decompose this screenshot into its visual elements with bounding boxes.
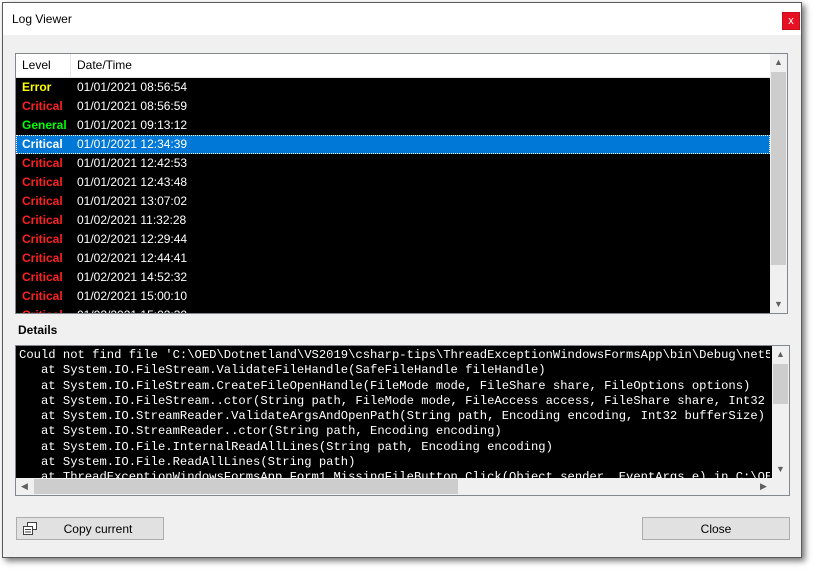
log-row-datetime: 01/01/2021 12:42:53: [77, 156, 188, 170]
log-row-datetime: 01/02/2021 12:29:44: [77, 232, 188, 246]
log-row-datetime: 01/01/2021 12:43:48: [77, 175, 188, 189]
column-header-datetime[interactable]: Date/Time: [71, 54, 371, 77]
window-title: Log Viewer: [12, 12, 72, 26]
log-row[interactable]: Critical 01/02/2021 12:44:41: [16, 249, 770, 268]
log-row[interactable]: Critical 01/01/2021 12:34:39: [16, 135, 770, 154]
details-scroll-right-arrow-icon[interactable]: ▶: [755, 478, 772, 495]
copy-current-label: Copy current: [63, 522, 133, 536]
log-row[interactable]: Critical 01/01/2021 13:07:02: [16, 192, 770, 211]
details-scroll-up-arrow-icon[interactable]: ▲: [772, 346, 789, 363]
details-line: at System.IO.FileStream.CreateFileOpenHa…: [19, 378, 751, 393]
details-scroll-left-arrow-icon[interactable]: ◀: [16, 478, 33, 495]
close-button[interactable]: Close: [642, 517, 790, 540]
details-textbox[interactable]: Could not find file 'C:\OED\Dotnetland\V…: [15, 345, 790, 496]
log-row-level: Critical: [22, 99, 63, 113]
log-row-level: Critical: [22, 308, 63, 313]
log-row-level: Critical: [22, 289, 63, 303]
log-list[interactable]: Level Date/Time Error 01/01/2021 08:56:54…: [15, 53, 788, 314]
details-horizontal-scrollbar[interactable]: ◀ ▶: [16, 478, 772, 495]
details-horizontal-scroll-thumb[interactable]: [34, 479, 458, 494]
details-line: at System.IO.StreamReader..ctor(String p…: [19, 424, 502, 439]
log-row-level: Critical: [22, 251, 63, 265]
scroll-down-arrow-icon[interactable]: ▼: [770, 296, 787, 313]
log-row-level: Critical: [22, 137, 63, 151]
log-row[interactable]: Critical 01/02/2021 14:52:32: [16, 268, 770, 287]
scroll-thumb[interactable]: [771, 72, 786, 265]
log-row-level: Critical: [22, 213, 63, 227]
log-row[interactable]: Critical 01/02/2021 15:00:10: [16, 287, 770, 306]
close-label: Close: [700, 522, 732, 536]
log-row[interactable]: Critical 01/02/2021 15:02:30: [16, 306, 770, 313]
details-vertical-scroll-thumb[interactable]: [773, 364, 788, 404]
log-row[interactable]: Critical 01/02/2021 12:29:44: [16, 230, 770, 249]
details-line: Could not find file 'C:\OED\Dotnetland\V…: [19, 348, 770, 362]
log-row-level: Critical: [22, 175, 63, 189]
log-row[interactable]: Critical 01/02/2021 11:32:28: [16, 211, 770, 230]
log-row-datetime: 01/01/2021 12:34:39: [77, 137, 188, 151]
log-row-datetime: 01/02/2021 12:44:41: [77, 251, 188, 265]
details-line: at System.IO.File.ReadAllLines(String pa…: [19, 455, 356, 470]
scroll-up-arrow-icon[interactable]: ▲: [770, 54, 787, 71]
log-row-level: Critical: [22, 194, 63, 208]
log-row-level: Error: [22, 80, 52, 94]
log-row-level: Critical: [22, 156, 63, 170]
log-list-header: Level Date/Time: [16, 54, 770, 78]
log-row-level: General: [22, 118, 67, 132]
log-row-datetime: 01/02/2021 15:02:30: [77, 308, 187, 313]
log-row-datetime: 01/02/2021 11:32:28: [77, 213, 187, 227]
log-row-datetime: 01/01/2021 09:13:12: [77, 118, 188, 132]
details-line: at System.IO.File.InternalReadAllLines(S…: [19, 439, 553, 454]
log-row-datetime: 01/01/2021 08:56:54: [77, 80, 188, 94]
log-list-vertical-scrollbar[interactable]: ▲ ▼: [770, 54, 787, 313]
details-line: at System.IO.StreamReader.ValidateArgsAn…: [19, 409, 765, 424]
details-label: Details: [18, 323, 58, 337]
scrollbar-corner: [772, 478, 789, 495]
log-row[interactable]: Error 01/01/2021 08:56:54: [16, 78, 770, 97]
details-scroll-down-arrow-icon[interactable]: ▼: [772, 461, 789, 478]
log-viewer-window: Log Viewer x Level Date/Time Error 01/01/…: [2, 2, 802, 558]
column-header-level[interactable]: Level: [16, 54, 71, 77]
details-line: at System.IO.FileStream.ValidateFileHand…: [19, 363, 546, 378]
log-row-level: Critical: [22, 232, 63, 246]
close-window-button[interactable]: x: [782, 12, 800, 30]
title-bar: Log Viewer x: [3, 3, 801, 35]
details-line: at System.IO.FileStream..ctor(String pat…: [19, 393, 770, 408]
log-row-datetime: 01/02/2021 15:00:10: [77, 289, 188, 303]
details-vertical-scrollbar[interactable]: ▲ ▼: [772, 346, 789, 478]
log-row[interactable]: Critical 01/01/2021 12:43:48: [16, 173, 770, 192]
copy-current-button[interactable]: Copy current: [16, 517, 164, 540]
log-row-datetime: 01/02/2021 14:52:32: [77, 270, 188, 284]
log-row[interactable]: Critical 01/01/2021 08:56:59: [16, 97, 770, 116]
details-text-content: Could not find file 'C:\OED\Dotnetland\V…: [19, 348, 770, 478]
log-row-level: Critical: [22, 270, 63, 284]
log-row-datetime: 01/01/2021 13:07:02: [77, 194, 188, 208]
log-row[interactable]: General 01/01/2021 09:13:12: [16, 116, 770, 135]
details-line: at ThreadExceptionWindowsFormsApp.Form1.…: [19, 470, 770, 478]
log-row-datetime: 01/01/2021 08:56:59: [77, 99, 188, 113]
log-row[interactable]: Critical 01/01/2021 12:42:53: [16, 154, 770, 173]
